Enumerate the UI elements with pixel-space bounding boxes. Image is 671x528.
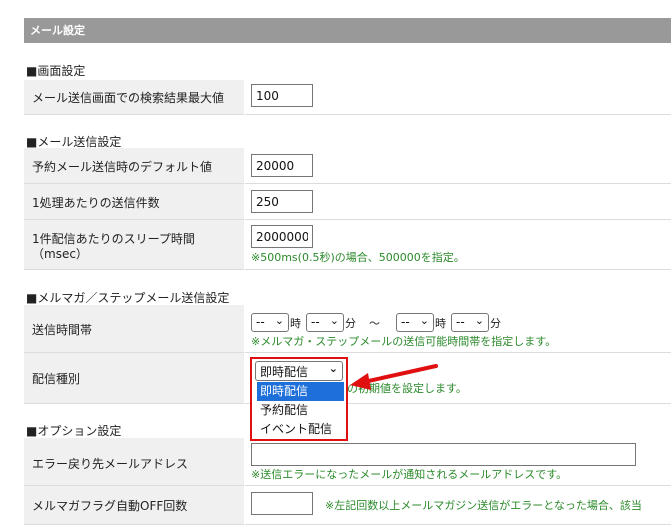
auto-off-note: ※左記回数以上メールマガジン送信がエラーとなった場合、該当 <box>325 499 642 512</box>
chevron-down-icon: ⌄ <box>328 362 338 375</box>
row-value-cell: ※送信エラーになったメールが通知されるメールアドレスです。 <box>245 438 671 486</box>
select-value: -- <box>256 315 265 329</box>
select-value: -- <box>401 315 410 329</box>
section-title-screen: ■画面設定 <box>26 64 86 78</box>
option-event[interactable]: イベント配信 <box>257 420 344 439</box>
minute-unit: 分 <box>490 317 501 330</box>
row-value-cell: -- ⌄ 時 -- ⌄ 分 ～ -- ⌄ 時 -- ⌄ 分 ※メルマガ・ステップ… <box>245 305 671 353</box>
chevron-down-icon: ⌄ <box>419 314 429 327</box>
sleep-input[interactable] <box>251 225 313 248</box>
row-label: メルマガフラグ自動OFF回数 <box>32 499 188 513</box>
row-label-unit: （msec） <box>32 247 88 261</box>
row-per-process: 1処理あたりの送信件数 <box>24 184 244 220</box>
row-send-time: 送信時間帯 <box>24 305 244 353</box>
option-immediate[interactable]: 即時配信 <box>257 382 344 401</box>
sleep-note: ※500ms(0.5秒)の場合、500000を指定。 <box>251 251 465 264</box>
row-value-cell <box>245 184 671 220</box>
row-label: 1処理あたりの送信件数 <box>32 196 160 210</box>
hour-unit: 時 <box>290 317 301 330</box>
row-label: 予約メール送信時のデフォルト値 <box>32 160 213 174</box>
select-value: 即時配信 <box>260 365 309 379</box>
search-max-input[interactable] <box>251 84 313 107</box>
section-title-magazine: ■メルマガ／ステップメール送信設定 <box>26 291 230 305</box>
row-sleep: 1件配信あたりのスリープ時間 （msec） <box>24 220 244 270</box>
default-reserve-input[interactable] <box>251 154 313 177</box>
delivery-type-select[interactable]: 即時配信 ⌄ <box>255 361 343 381</box>
error-address-note: ※送信エラーになったメールが通知されるメールアドレスです。 <box>251 468 568 481</box>
end-hour-select[interactable]: -- ⌄ <box>396 313 434 332</box>
error-address-input[interactable] <box>251 443 636 466</box>
minute-unit: 分 <box>345 317 356 330</box>
row-delivery-type: 配信種別 <box>24 353 244 404</box>
row-auto-off: メルマガフラグ自動OFF回数 <box>24 486 244 525</box>
send-time-note: ※メルマガ・ステップメールの送信可能時間帯を指定します。 <box>251 335 557 348</box>
end-minute-select[interactable]: -- ⌄ <box>451 313 489 332</box>
start-minute-select[interactable]: -- ⌄ <box>306 313 344 332</box>
row-value-cell: ※500ms(0.5秒)の場合、500000を指定。 <box>245 220 671 270</box>
hour-unit: 時 <box>435 317 446 330</box>
row-value-cell: ※左記回数以上メールマガジン送信がエラーとなった場合、該当 <box>245 486 671 525</box>
header-bar <box>24 18 671 43</box>
select-value: -- <box>311 315 320 329</box>
delivery-type-dropdown-highlight: 即時配信 ⌄ 即時配信 予約配信 イベント配信 <box>250 357 348 441</box>
row-value-cell <box>245 80 671 115</box>
select-value: -- <box>456 315 465 329</box>
start-hour-select[interactable]: -- ⌄ <box>251 313 289 332</box>
row-error-address: エラー戻り先メールアドレス <box>24 438 244 486</box>
per-process-input[interactable] <box>251 190 313 213</box>
row-default-reserve: 予約メール送信時のデフォルト値 <box>24 148 244 184</box>
section-title-options: ■オプション設定 <box>26 424 122 438</box>
row-label: メール送信画面での検索結果最大値 <box>32 91 225 105</box>
row-label: 配信種別 <box>32 372 81 386</box>
chevron-down-icon: ⌄ <box>329 314 339 327</box>
row-value-cell <box>245 148 671 184</box>
chevron-down-icon: ⌄ <box>274 314 284 327</box>
row-search-max: メール送信画面での検索結果最大値 <box>24 80 244 115</box>
chevron-down-icon: ⌄ <box>474 314 484 327</box>
annotation-arrow-icon <box>350 364 438 390</box>
auto-off-input[interactable] <box>251 492 313 515</box>
tilde: ～ <box>369 317 380 330</box>
row-label: 送信時間帯 <box>32 323 93 337</box>
row-label: エラー戻り先メールアドレス <box>32 457 189 471</box>
page-title: メール設定 <box>30 24 85 37</box>
option-reserved[interactable]: 予約配信 <box>257 401 344 420</box>
